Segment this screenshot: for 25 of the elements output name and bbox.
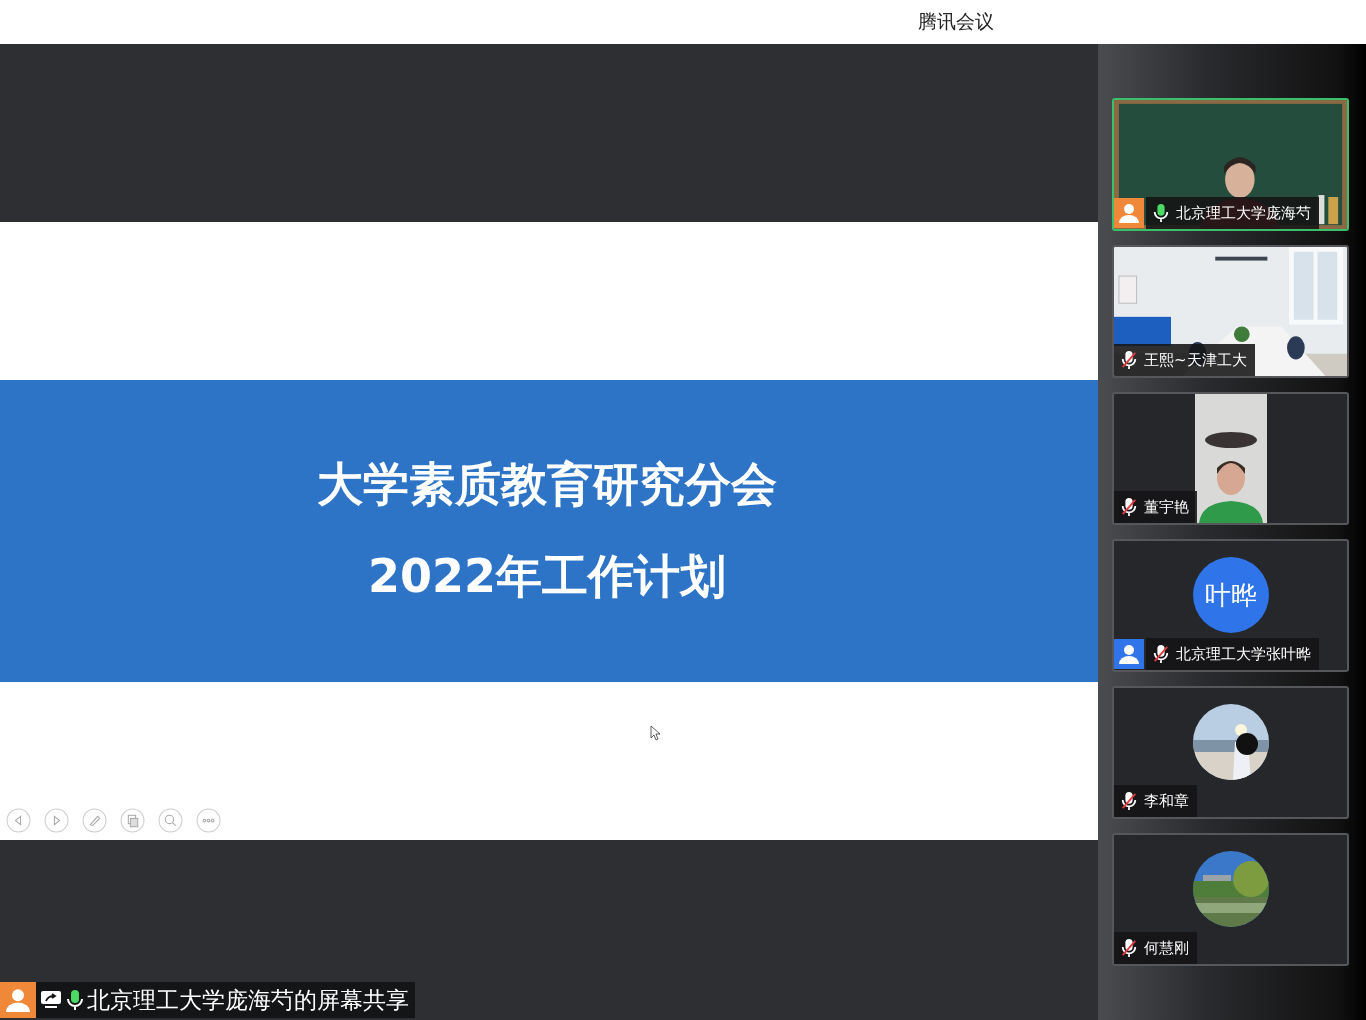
- cursor-icon: [650, 725, 661, 741]
- slide-subtitle: 2022年工作计划: [368, 548, 726, 605]
- window-title: 腾讯会议: [918, 9, 994, 34]
- previous-icon[interactable]: [6, 808, 31, 833]
- screen-share-icon: [40, 990, 62, 1010]
- pen-icon[interactable]: [82, 808, 107, 833]
- video-tile[interactable]: 李和章: [1112, 686, 1349, 819]
- video-tile[interactable]: 北京理工大学庞海芍: [1112, 98, 1349, 231]
- participant-name: 董宇艳: [1144, 497, 1189, 517]
- zoom-icon[interactable]: [158, 808, 183, 833]
- participant-name: 何慧刚: [1144, 938, 1189, 958]
- video-tile[interactable]: 何慧刚: [1112, 833, 1349, 966]
- video-tile[interactable]: 董宇艳: [1112, 392, 1349, 525]
- next-icon[interactable]: [44, 808, 69, 833]
- participant-name: 北京理工大学张叶晔: [1176, 644, 1311, 664]
- participant-name: 北京理工大学庞海芍: [1176, 203, 1311, 223]
- pages-icon[interactable]: [120, 808, 145, 833]
- participant-name: 李和章: [1144, 791, 1189, 811]
- participant-name: 王熙~天津工大: [1144, 350, 1247, 370]
- more-icon[interactable]: [196, 808, 221, 833]
- video-tile[interactable]: 叶晔 北京理工大学张叶晔: [1112, 539, 1349, 672]
- avatar: 叶晔: [1192, 557, 1269, 633]
- share-label: 北京理工大学庞海芍的屏幕共享: [87, 985, 409, 1015]
- video-tile[interactable]: 王熙~天津工大: [1112, 245, 1349, 378]
- slide-title: 大学素质教育研究分会: [317, 456, 777, 513]
